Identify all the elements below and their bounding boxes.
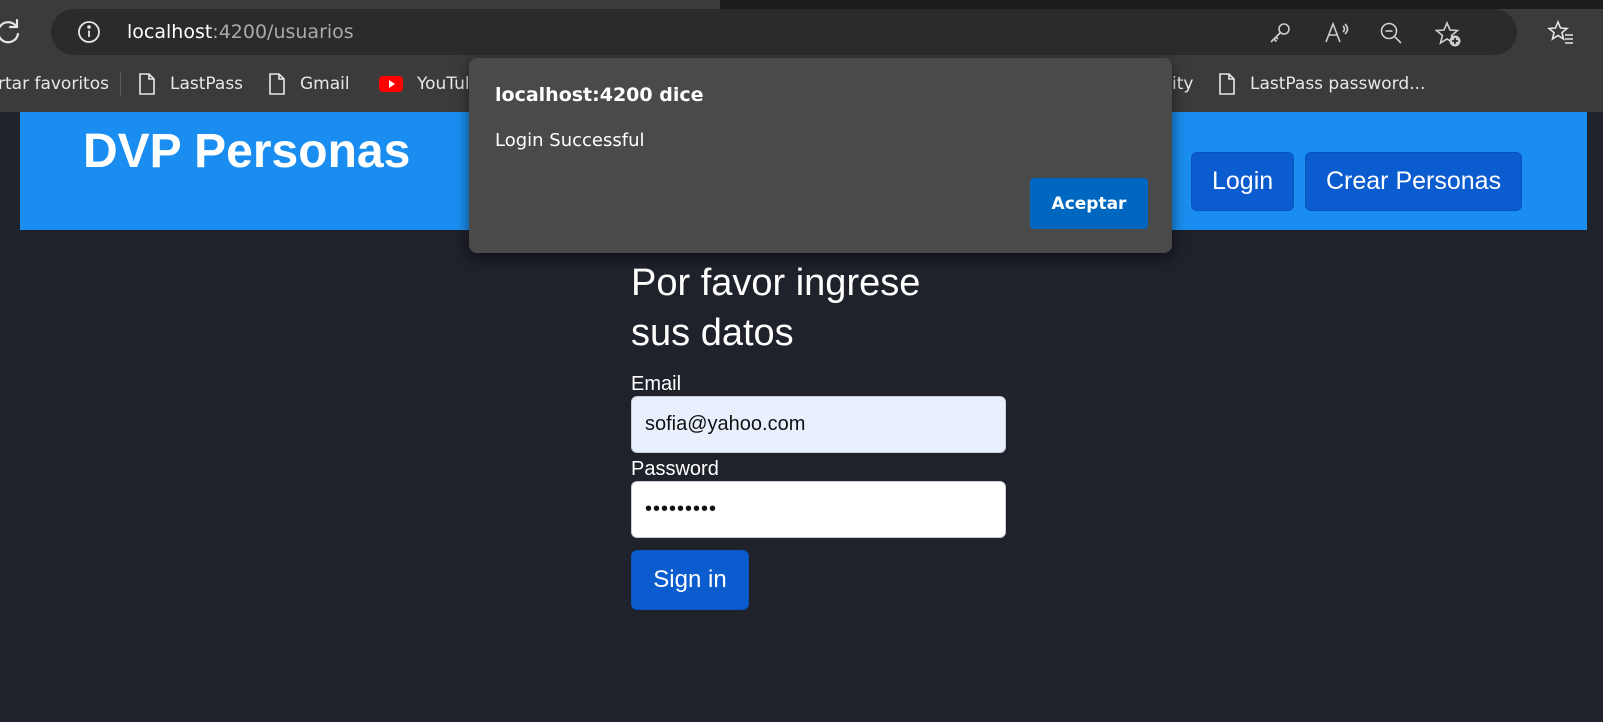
reload-icon[interactable] xyxy=(0,16,24,48)
url-path: :4200/usuarios xyxy=(212,21,354,43)
favorites-menu-icon[interactable] xyxy=(1546,19,1575,47)
address-bar[interactable]: localhost:4200/usuarios xyxy=(51,9,1517,55)
tab-strip xyxy=(0,0,1603,9)
form-title: Por favor ingrese sus datos xyxy=(631,262,921,354)
dialog-message: Login Successful xyxy=(495,130,645,151)
info-icon[interactable] xyxy=(77,20,101,44)
crear-personas-button[interactable]: Crear Personas xyxy=(1305,152,1523,211)
bookmark-youtube[interactable]: YouTul xyxy=(379,70,470,98)
accept-button[interactable]: Aceptar xyxy=(1030,178,1148,229)
alert-dialog: localhost:4200 dice Login Successful Ace… xyxy=(469,58,1172,253)
key-icon[interactable] xyxy=(1267,20,1293,46)
bookmark-partial[interactable]: ity xyxy=(1172,70,1193,98)
login-button[interactable]: Login xyxy=(1191,152,1295,211)
url-host: localhost xyxy=(127,21,213,43)
bookmark-label: LastPass password... xyxy=(1250,74,1426,94)
page-icon xyxy=(1219,73,1235,95)
bookmark-gmail[interactable]: Gmail xyxy=(268,70,350,98)
bookmark-label: ity xyxy=(1172,74,1194,94)
bookmark-lastpass[interactable]: LastPass xyxy=(138,70,243,98)
bookmark-label: Gmail xyxy=(300,74,350,94)
bookmark-lastpass-password[interactable]: LastPass password... xyxy=(1218,70,1425,98)
youtube-icon xyxy=(379,76,403,92)
bookmark-favorites-partial[interactable]: rtar favoritos xyxy=(0,70,109,98)
email-label: Email xyxy=(631,373,682,395)
password-label: Password xyxy=(631,458,719,480)
bookmark-label: YouTul xyxy=(417,74,470,94)
password-field[interactable] xyxy=(631,481,1006,538)
login-form: Por favor ingrese sus datos Email Passwo… xyxy=(631,258,1006,610)
bookmarks-divider xyxy=(120,72,121,96)
url-text[interactable]: localhost:4200/usuarios xyxy=(127,21,354,43)
page-icon xyxy=(139,73,155,95)
dialog-title: localhost:4200 dice xyxy=(495,84,704,106)
bookmark-label: rtar favoritos xyxy=(0,74,109,94)
email-field[interactable] xyxy=(631,396,1006,453)
brand-title[interactable]: DVP Personas xyxy=(83,124,410,179)
add-favorite-icon[interactable] xyxy=(1434,20,1461,47)
active-tab-edge[interactable] xyxy=(0,0,720,9)
read-aloud-icon[interactable] xyxy=(1323,20,1349,46)
zoom-out-icon[interactable] xyxy=(1378,20,1404,46)
bookmark-label: LastPass xyxy=(170,74,244,94)
sign-in-button[interactable]: Sign in xyxy=(631,550,749,610)
page-icon xyxy=(269,73,285,95)
